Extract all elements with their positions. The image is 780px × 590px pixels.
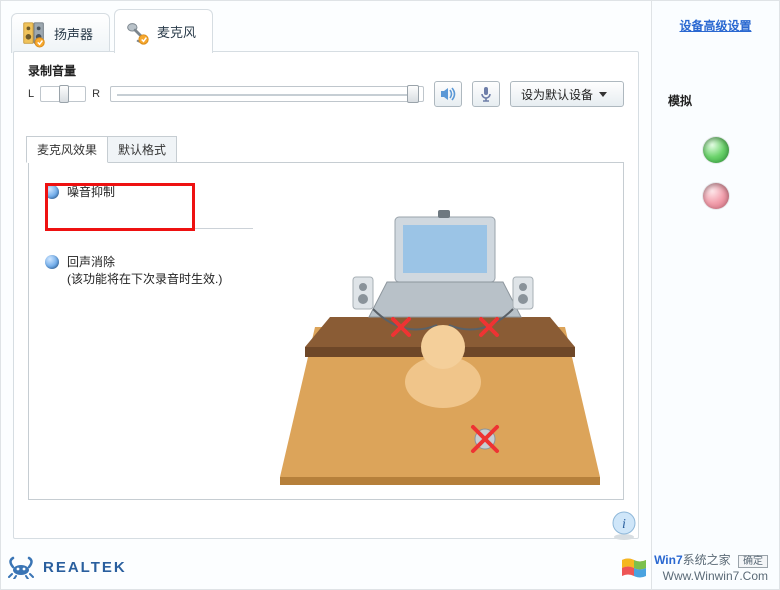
- record-volume-slider[interactable]: [110, 86, 424, 102]
- app-window: 扬声器 麦克风 录制音量: [0, 0, 780, 590]
- mic-boost-icon: [477, 85, 495, 103]
- scene-illustration: [275, 177, 605, 487]
- volume-section: 录制音量 L R: [28, 62, 624, 107]
- tab-speaker[interactable]: 扬声器: [11, 13, 110, 53]
- advanced-settings-link[interactable]: 设备高级设置: [679, 17, 751, 34]
- side-section-title: 模拟: [652, 92, 779, 109]
- info-button[interactable]: i: [611, 509, 637, 541]
- tab-speaker-label: 扬声器: [54, 24, 93, 43]
- mute-button[interactable]: [434, 81, 462, 107]
- subtab-default-format[interactable]: 默认格式: [108, 136, 177, 163]
- balance-right-label: R: [92, 88, 100, 100]
- option-echo-cancel[interactable]: 回声消除 (该功能将在下次录音时生效.): [39, 249, 259, 291]
- brand-text: REALTEK: [43, 559, 127, 576]
- set-default-label: 设为默认设备: [521, 86, 593, 103]
- echo-cancel-label: 回声消除 (该功能将在下次录音时生效.): [67, 253, 222, 287]
- device-panel: 录制音量 L R: [13, 51, 639, 539]
- volume-title: 录制音量: [28, 62, 624, 79]
- balance-left-label: L: [28, 88, 34, 100]
- speaker-wave-icon: [439, 85, 457, 103]
- microphone-icon: [123, 18, 151, 46]
- brand-logo: REALTEK: [7, 555, 127, 579]
- tab-microphone-label: 麦克风: [157, 22, 196, 41]
- mic-effects-body: 噪音抑制 回声消除 (该功能将在下次录音时生效.): [28, 162, 624, 500]
- speaker-icon: [20, 20, 48, 48]
- radio-icon: [45, 255, 59, 269]
- tab-microphone[interactable]: 麦克风: [114, 9, 213, 53]
- radio-icon: [45, 185, 59, 199]
- main-panel: 扬声器 麦克风 录制音量: [1, 1, 651, 589]
- jack-green[interactable]: [703, 137, 729, 163]
- option-noise-suppression[interactable]: 噪音抑制: [39, 179, 259, 204]
- info-icon: i: [611, 509, 637, 541]
- device-tabs: 扬声器 麦克风: [1, 1, 651, 53]
- separator: [45, 228, 253, 229]
- svg-text:i: i: [622, 517, 626, 532]
- noise-suppression-label: 噪音抑制: [67, 183, 115, 200]
- jack-pink[interactable]: [703, 183, 729, 209]
- subtab-mic-effects[interactable]: 麦克风效果: [26, 136, 108, 163]
- chevron-down-icon: [599, 92, 607, 97]
- effects-options: 噪音抑制 回声消除 (该功能将在下次录音时生效.): [39, 179, 259, 315]
- sub-tabs: 麦克风效果 默认格式: [26, 135, 624, 162]
- volume-controls: L R: [28, 81, 624, 107]
- balance-slider[interactable]: L R: [28, 86, 100, 102]
- mic-boost-button[interactable]: [472, 81, 500, 107]
- realtek-crab-icon: [7, 555, 35, 579]
- side-panel: 设备高级设置 模拟: [651, 1, 779, 589]
- set-default-device-dropdown[interactable]: 设为默认设备: [510, 81, 624, 107]
